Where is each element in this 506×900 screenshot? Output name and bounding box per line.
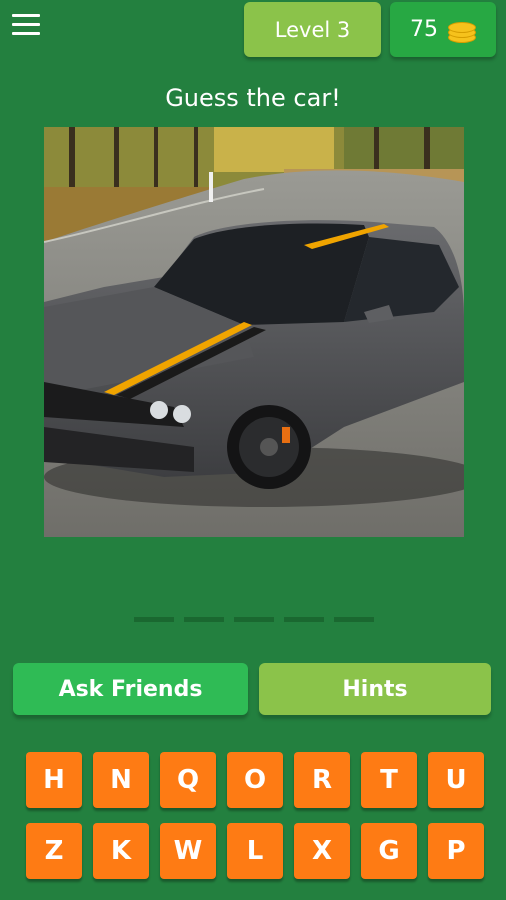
answer-slot[interactable] — [334, 617, 374, 622]
letter-key[interactable]: P — [428, 823, 484, 879]
letter-key[interactable]: G — [361, 823, 417, 879]
answer-slots — [134, 617, 374, 622]
answer-slot[interactable] — [134, 617, 174, 622]
letter-key[interactable]: L — [227, 823, 283, 879]
level-button[interactable]: Level 3 — [244, 2, 381, 57]
hints-button[interactable]: Hints — [259, 663, 491, 715]
letter-key[interactable]: T — [361, 752, 417, 808]
letter-key[interactable]: Z — [26, 823, 82, 879]
letter-keyboard: H N Q O R T U Z K W L X G P — [26, 752, 484, 879]
letter-key[interactable]: K — [93, 823, 149, 879]
letter-key[interactable]: Q — [160, 752, 216, 808]
letter-key[interactable]: N — [93, 752, 149, 808]
coins-count: 75 — [410, 17, 438, 42]
answer-slot[interactable] — [184, 617, 224, 622]
menu-icon[interactable] — [12, 14, 40, 40]
coin-stack-icon — [448, 19, 476, 43]
letter-key[interactable]: O — [227, 752, 283, 808]
ask-friends-button[interactable]: Ask Friends — [13, 663, 248, 715]
letter-key[interactable]: U — [428, 752, 484, 808]
letter-key[interactable]: R — [294, 752, 350, 808]
letter-key[interactable]: H — [26, 752, 82, 808]
letter-key[interactable]: W — [160, 823, 216, 879]
car-photo — [44, 127, 464, 537]
answer-slot[interactable] — [284, 617, 324, 622]
coins-button[interactable]: 75 — [390, 2, 496, 57]
letter-key[interactable]: X — [294, 823, 350, 879]
level-label: Level 3 — [274, 17, 351, 42]
prompt-title: Guess the car! — [165, 84, 341, 112]
answer-slot[interactable] — [234, 617, 274, 622]
